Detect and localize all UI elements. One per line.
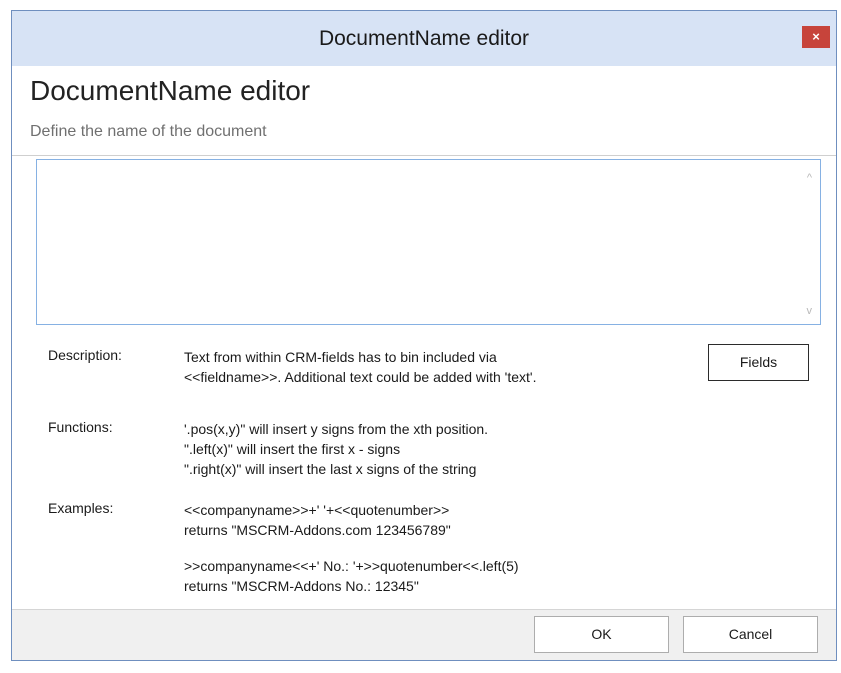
ok-button[interactable]: OK bbox=[534, 616, 669, 653]
description-line: Text from within CRM-fields has to bin i… bbox=[184, 349, 497, 365]
dialog-header: DocumentName editor Define the name of t… bbox=[12, 66, 836, 156]
description-label: Description: bbox=[48, 347, 122, 363]
example-formula: <<companyname>>+' '+<<quotenumber>> bbox=[184, 502, 450, 518]
description-line: <<fieldname>>. Additional text could be … bbox=[184, 369, 537, 385]
cancel-button[interactable]: Cancel bbox=[683, 616, 818, 653]
functions-text: '.pos(x,y)" will insert y signs from the… bbox=[184, 419, 488, 479]
functions-label: Functions: bbox=[48, 419, 113, 435]
window-title: DocumentName editor bbox=[318, 27, 530, 50]
functions-line: ".right(x)" will insert the last x signs… bbox=[184, 461, 477, 477]
scroll-up-arrow-icon[interactable]: ^ bbox=[807, 172, 812, 184]
fields-button[interactable]: Fields bbox=[708, 344, 809, 381]
example-result: returns "MSCRM-Addons.com 123456789" bbox=[184, 522, 451, 538]
page-title: DocumentName editor bbox=[30, 75, 311, 106]
close-button[interactable]: × bbox=[802, 26, 830, 48]
dialog-window: DocumentName editor × DocumentName edito… bbox=[11, 10, 837, 661]
functions-line: '.pos(x,y)" will insert y signs from the… bbox=[184, 421, 489, 437]
scroll-down-arrow-icon[interactable]: v bbox=[807, 305, 813, 317]
title-bar[interactable]: DocumentName editor × bbox=[12, 11, 836, 66]
close-icon: × bbox=[812, 29, 820, 44]
functions-line: ".left(x)" will insert the first x - sig… bbox=[184, 441, 401, 457]
document-name-textarea[interactable]: ^ v bbox=[36, 159, 821, 325]
example-2: >>companyname<<+' No.: '+>>quotenumber<<… bbox=[184, 556, 519, 596]
page-subtitle: Define the name of the document bbox=[30, 123, 267, 140]
example-1: <<companyname>>+' '+<<quotenumber>> retu… bbox=[184, 500, 451, 540]
description-text: Text from within CRM-fields has to bin i… bbox=[184, 347, 536, 387]
dialog-footer: OK Cancel bbox=[12, 609, 836, 660]
example-result: returns "MSCRM-Addons No.: 12345" bbox=[184, 578, 419, 594]
example-formula: >>companyname<<+' No.: '+>>quotenumber<<… bbox=[184, 558, 519, 574]
examples-label: Examples: bbox=[48, 500, 114, 516]
